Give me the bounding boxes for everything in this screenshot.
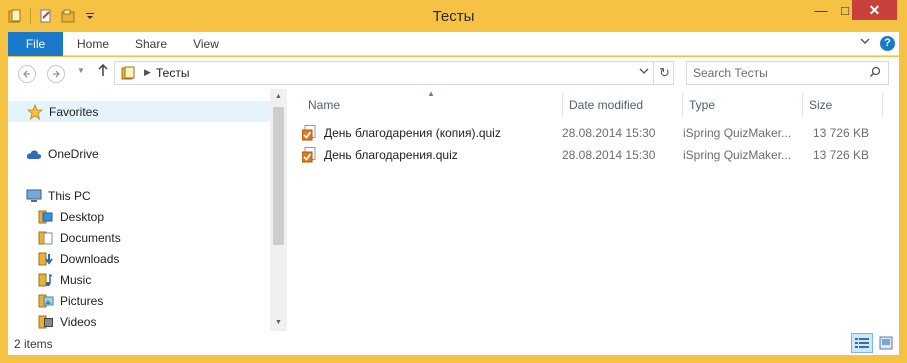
search-input[interactable]: [693, 65, 863, 81]
scroll-up-icon[interactable]: ▲: [270, 93, 287, 100]
column-header-label: Name: [308, 98, 341, 112]
close-button[interactable]: ✕: [852, 0, 897, 20]
music-folder-icon: [38, 272, 54, 288]
column-separator[interactable]: [562, 93, 563, 117]
address-row: ▼ ▶ Тесты ↻: [8, 57, 899, 89]
pictures-folder-icon: [38, 293, 54, 309]
content-area: Favorites OneDrive This PC Desktop Docum…: [8, 89, 899, 331]
address-dropdown-icon[interactable]: [639, 67, 649, 78]
file-row[interactable]: День благодарения (копия).quiz 28.08.201…: [301, 122, 882, 144]
tab-view[interactable]: View: [186, 32, 226, 56]
file-size: 13 726 KB: [812, 126, 869, 140]
column-header-label: Size: [809, 98, 833, 112]
column-separator[interactable]: [802, 93, 803, 117]
quiz-file-icon: [301, 125, 316, 144]
recent-locations-dropdown[interactable]: ▼: [77, 66, 85, 75]
computer-icon: [26, 188, 42, 204]
documents-folder-icon: [38, 230, 54, 246]
column-header-label: Date modified: [569, 98, 644, 112]
navigation-pane: Favorites OneDrive This PC Desktop Docum…: [8, 89, 287, 332]
title-bar: Тесты — □ ✕: [0, 0, 907, 32]
status-bar: 2 items: [8, 331, 899, 355]
videos-folder-icon: [38, 314, 54, 330]
column-separator[interactable]: [682, 93, 683, 117]
cloud-icon: [26, 146, 42, 162]
help-button[interactable]: ?: [880, 36, 895, 51]
nav-item-downloads[interactable]: Downloads: [8, 248, 270, 269]
search-icon[interactable]: [869, 66, 881, 81]
chevron-down-icon[interactable]: [859, 35, 871, 50]
file-type: iSpring QuizMaker...: [683, 148, 792, 162]
up-arrow-icon[interactable]: [97, 63, 109, 80]
navigation-scrollbar[interactable]: ▲ ▼: [270, 89, 287, 331]
column-header-date-modified[interactable]: Date modified: [569, 95, 643, 115]
column-header-name[interactable]: Name: [308, 95, 340, 115]
item-count: 2 items: [14, 337, 53, 351]
file-type: iSpring QuizMaker...: [683, 126, 792, 140]
star-icon: [27, 103, 43, 120]
folder-icon: [121, 66, 137, 83]
file-list: Name ▲ Date modified Type Size День благ…: [290, 89, 899, 331]
desktop-folder-icon: [38, 209, 54, 225]
file-date-modified: 28.08.2014 15:30: [562, 126, 656, 140]
forward-button[interactable]: [47, 65, 65, 83]
file-size: 13 726 KB: [812, 148, 869, 162]
tab-home[interactable]: Home: [70, 32, 116, 56]
downloads-folder-icon: [38, 251, 54, 267]
nav-item-favorites[interactable]: Favorites: [8, 101, 270, 122]
column-separator[interactable]: [882, 93, 883, 117]
column-header-type[interactable]: Type: [689, 95, 715, 115]
file-name: День благодарения.quiz: [324, 148, 458, 162]
column-header-label: Type: [689, 98, 716, 112]
scroll-down-icon[interactable]: ▼: [270, 319, 287, 326]
refresh-icon[interactable]: ↻: [653, 62, 675, 84]
file-date-modified: 28.08.2014 15:30: [562, 148, 656, 162]
nav-item-label: Pictures: [60, 293, 104, 308]
nav-item-desktop[interactable]: Desktop: [8, 206, 270, 227]
ribbon-tabs: File Home Share View ?: [8, 32, 899, 56]
nav-item-pictures[interactable]: Pictures: [8, 290, 270, 311]
sort-ascending-icon: ▲: [427, 89, 435, 98]
nav-item-label: Desktop: [60, 209, 105, 224]
nav-item-videos[interactable]: Videos: [8, 311, 270, 332]
nav-item-label: This PC: [48, 188, 91, 203]
breadcrumb-separator-icon[interactable]: ▶: [144, 67, 151, 78]
quiz-file-icon: [301, 147, 316, 166]
minimize-button[interactable]: —: [808, 0, 834, 20]
nav-item-label: Music: [60, 272, 92, 287]
details-view-button[interactable]: [851, 333, 873, 353]
explorer-window: Тесты — □ ✕ File Home Share View ? ▼ ▶ Т…: [0, 0, 907, 363]
tab-file[interactable]: File: [8, 32, 63, 56]
scrollbar-thumb[interactable]: [273, 107, 284, 245]
breadcrumb-item[interactable]: Тесты: [156, 66, 189, 80]
file-name: День благодарения (копия).quiz: [324, 126, 501, 140]
back-button[interactable]: [18, 65, 36, 83]
nav-item-label: Videos: [60, 314, 97, 329]
address-bar[interactable]: ▶ Тесты ↻: [114, 61, 674, 85]
file-row[interactable]: День благодарения.quiz 28.08.2014 15:30 …: [301, 144, 882, 166]
nav-item-music[interactable]: Music: [8, 269, 270, 290]
nav-item-documents[interactable]: Documents: [8, 227, 270, 248]
window-title: Тесты: [432, 8, 475, 25]
tab-share[interactable]: Share: [128, 32, 174, 56]
column-header-size[interactable]: Size: [809, 95, 832, 115]
search-box[interactable]: [686, 61, 889, 85]
large-icons-view-button[interactable]: [875, 333, 897, 353]
nav-item-label: OneDrive: [48, 146, 99, 161]
nav-item-label: Downloads: [60, 251, 120, 266]
nav-item-this-pc[interactable]: This PC: [8, 185, 270, 206]
nav-item-label: Favorites: [49, 104, 99, 119]
nav-item-label: Documents: [60, 230, 121, 245]
nav-item-onedrive[interactable]: OneDrive: [8, 143, 270, 164]
